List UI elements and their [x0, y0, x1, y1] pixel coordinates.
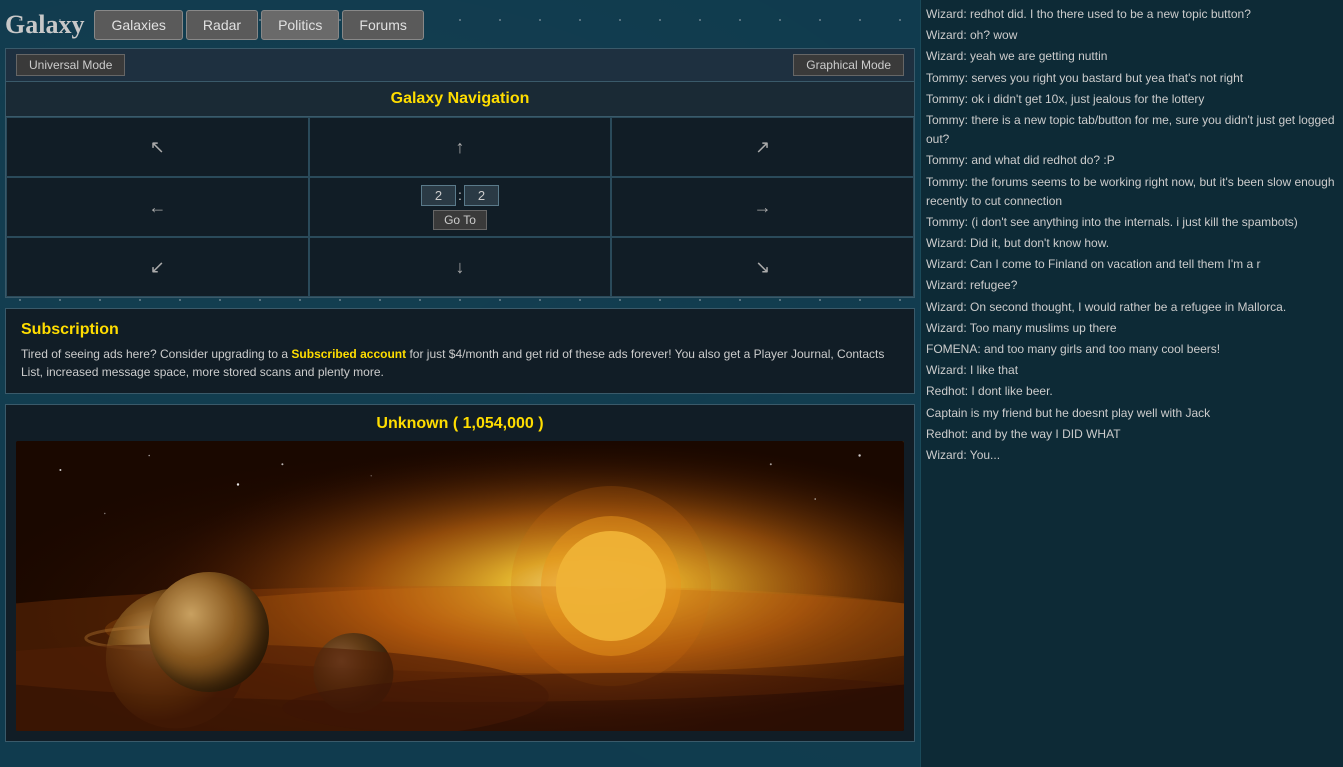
coord-y-input[interactable]: [464, 185, 499, 206]
site-title: Galaxy: [5, 10, 84, 40]
coord-separator: :: [458, 187, 462, 203]
subscription-text-before: Tired of seeing ads here? Consider upgra…: [21, 347, 291, 361]
chat-message: Tommy: (i don't see anything into the in…: [926, 213, 1338, 232]
chat-message: Tommy: and what did redhot do? :P: [926, 151, 1338, 170]
coord-x-input[interactable]: [421, 185, 456, 206]
graphical-mode-button[interactable]: Graphical Mode: [793, 54, 904, 76]
nav-sw[interactable]: ↙: [6, 237, 309, 297]
header-nav: Galaxy Galaxies Radar Politics Forums: [5, 5, 915, 48]
universal-mode-button[interactable]: Universal Mode: [16, 54, 125, 76]
nav-w[interactable]: ←: [6, 177, 309, 237]
chat-content: Wizard: redhot did. I tho there used to …: [926, 5, 1338, 465]
chat-message: Redhot: and by the way I DID WHAT: [926, 425, 1338, 444]
subscription-link[interactable]: Subscribed account: [291, 347, 406, 361]
galaxy-image: [16, 441, 904, 731]
tab-radar[interactable]: Radar: [186, 10, 258, 40]
chat-message: Wizard: You...: [926, 446, 1338, 465]
chat-message: Tommy: there is a new topic tab/button f…: [926, 111, 1338, 149]
chat-message: Wizard: refugee?: [926, 276, 1338, 295]
mode-bar: Universal Mode Graphical Mode: [6, 49, 914, 82]
coord-row: :: [421, 185, 499, 206]
chat-message: Tommy: ok i didn't get 10x, just jealous…: [926, 90, 1338, 109]
chat-message: Wizard: Can I come to Finland on vacatio…: [926, 255, 1338, 274]
galaxy-nav-title: Galaxy Navigation: [6, 82, 914, 116]
chat-message: FOMENA: and too many girls and too many …: [926, 340, 1338, 359]
galaxy-image-title: Unknown ( 1,054,000 ): [16, 415, 904, 433]
tab-galaxies[interactable]: Galaxies: [94, 10, 182, 40]
subscription-box: Subscription Tired of seeing ads here? C…: [5, 308, 915, 394]
galaxy-nav-box: Universal Mode Graphical Mode Galaxy Nav…: [5, 48, 915, 298]
nav-center: : Go To: [309, 177, 612, 237]
nav-se[interactable]: ↘: [611, 237, 914, 297]
galaxy-image-box: Unknown ( 1,054,000 ): [5, 404, 915, 742]
nav-grid: ↖ ↑ ↗ ← : Go To → ↙ ↓ ↘: [6, 116, 914, 297]
nav-ne[interactable]: ↗: [611, 117, 914, 177]
chat-message: Wizard: yeah we are getting nuttin: [926, 47, 1338, 66]
subscription-text: Tired of seeing ads here? Consider upgra…: [21, 345, 899, 381]
sidebar-chat: Wizard: redhot did. I tho there used to …: [920, 0, 1343, 767]
goto-button[interactable]: Go To: [433, 210, 487, 230]
chat-message: Wizard: I like that: [926, 361, 1338, 380]
chat-message: Captain is my friend but he doesnt play …: [926, 404, 1338, 423]
main-content: Galaxy Galaxies Radar Politics Forums Un…: [0, 0, 920, 767]
chat-message: Tommy: serves you right you bastard but …: [926, 69, 1338, 88]
chat-message: Wizard: On second thought, I would rathe…: [926, 298, 1338, 317]
chat-message: Tommy: the forums seems to be working ri…: [926, 173, 1338, 211]
nav-e[interactable]: →: [611, 177, 914, 237]
tab-politics[interactable]: Politics: [261, 10, 339, 40]
tab-forums[interactable]: Forums: [342, 10, 423, 40]
nav-s[interactable]: ↓: [309, 237, 612, 297]
chat-message: Wizard: Too many muslims up there: [926, 319, 1338, 338]
chat-message: Wizard: redhot did. I tho there used to …: [926, 5, 1338, 24]
chat-message: Wizard: oh? wow: [926, 26, 1338, 45]
nav-nw[interactable]: ↖: [6, 117, 309, 177]
subscription-title: Subscription: [21, 321, 899, 339]
chat-message: Wizard: Did it, but don't know how.: [926, 234, 1338, 253]
chat-message: Redhot: I dont like beer.: [926, 382, 1338, 401]
nav-n[interactable]: ↑: [309, 117, 612, 177]
